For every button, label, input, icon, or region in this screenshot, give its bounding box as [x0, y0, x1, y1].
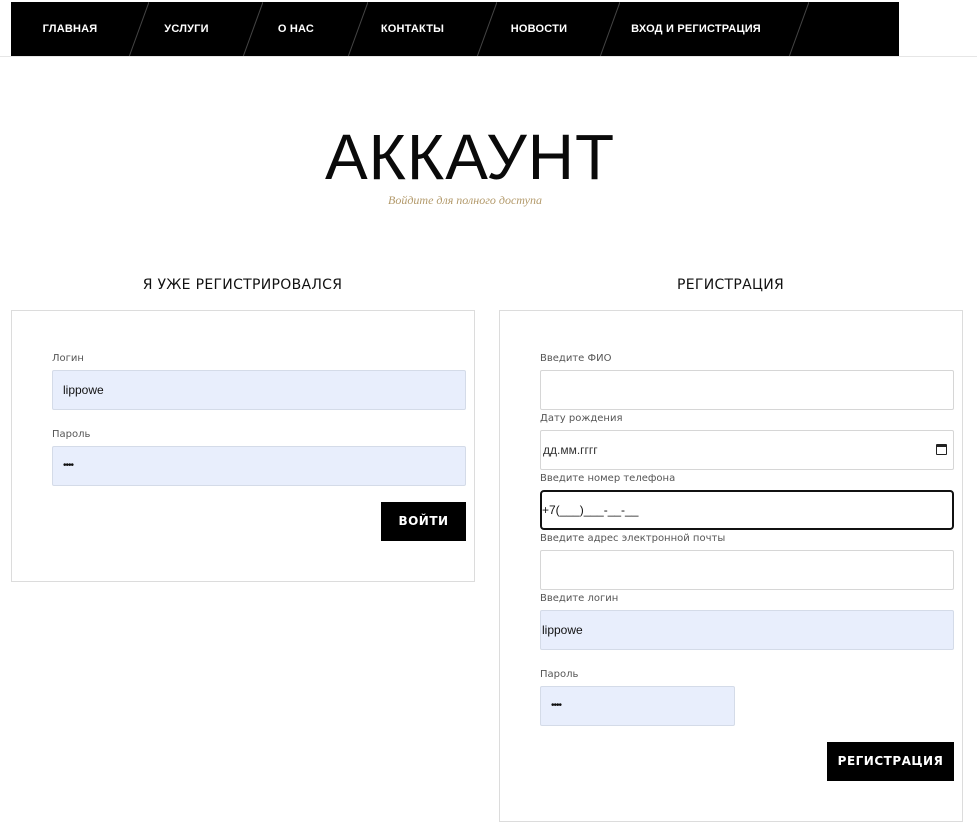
- calendar-icon[interactable]: [936, 444, 947, 455]
- login-label: Логин: [52, 353, 84, 364]
- fio-input[interactable]: [540, 370, 954, 410]
- register-login-label: Введите логин: [540, 593, 619, 604]
- top-navigation: ГЛАВНАЯ УСЛУГИ О НАС КОНТАКТЫ НОВОСТИ ВХ…: [11, 2, 899, 57]
- nav-item-home[interactable]: ГЛАВНАЯ: [11, 2, 129, 57]
- register-password-input[interactable]: ••••: [540, 686, 735, 726]
- nav-item-contacts[interactable]: КОНТАКТЫ: [361, 2, 464, 57]
- password-input[interactable]: ••••: [52, 446, 466, 486]
- nav-divider: [338, 2, 368, 57]
- register-login-input-value: lippowe: [542, 623, 583, 637]
- login-submit-button[interactable]: ВОЙТИ: [381, 502, 466, 541]
- page-subtitle: Войдите для полного доступа: [388, 193, 542, 207]
- nav-divider: [119, 2, 149, 57]
- register-login-input[interactable]: lippowe: [540, 610, 954, 650]
- password-input-value: ••••: [63, 460, 74, 471]
- register-password-label: Пароль: [540, 669, 579, 680]
- register-submit-button[interactable]: РЕГИСТРАЦИЯ: [827, 742, 954, 781]
- phone-input-value: +7(___)___-__-__: [542, 503, 639, 517]
- nav-divider: [233, 2, 263, 57]
- password-label: Пароль: [52, 429, 91, 440]
- nav-item-services[interactable]: УСЛУГИ: [139, 2, 234, 57]
- nav-item-about[interactable]: О НАС: [256, 2, 336, 57]
- nav-divider: [590, 2, 620, 57]
- login-input[interactable]: lippowe: [52, 370, 466, 410]
- login-section-heading: Я УЖЕ РЕГИСТРИРОВАЛСЯ: [142, 277, 343, 293]
- phone-input[interactable]: +7(___)___-__-__: [540, 490, 954, 530]
- email-input[interactable]: [540, 550, 954, 590]
- register-section-heading: РЕГИСТРАЦИЯ: [676, 277, 784, 293]
- birthdate-label: Дату рождения: [540, 413, 623, 424]
- birthdate-placeholder: дд.мм.гггг: [543, 443, 598, 457]
- email-label: Введите адрес электронной почты: [540, 533, 726, 544]
- register-password-input-value: ••••: [551, 700, 562, 711]
- nav-divider: [779, 2, 809, 57]
- fio-label: Введите ФИО: [540, 353, 612, 364]
- nav-divider: [467, 2, 497, 57]
- nav-item-login-register[interactable]: ВХОД И РЕГИСТРАЦИЯ: [611, 2, 781, 57]
- login-input-value: lippowe: [63, 383, 104, 397]
- page-title: АККАУНТ: [324, 121, 616, 193]
- birthdate-input[interactable]: дд.мм.гггг: [540, 430, 954, 470]
- phone-label: Введите номер телефона: [540, 473, 676, 484]
- nav-bottom-border: [0, 56, 977, 57]
- nav-item-news[interactable]: НОВОСТИ: [489, 2, 589, 57]
